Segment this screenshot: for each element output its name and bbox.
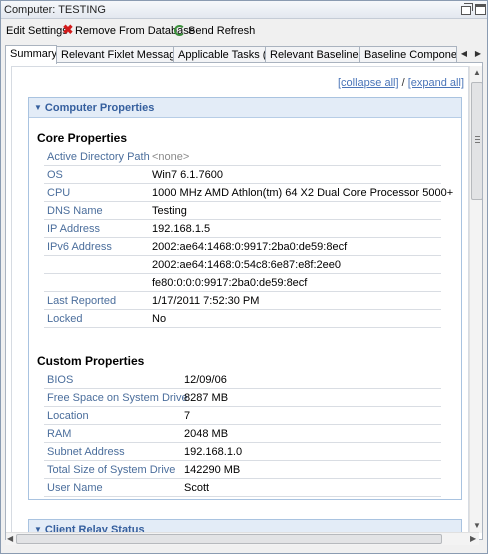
prop-label: DNS Name [47, 205, 103, 217]
custom-row-total-size: Total Size of System Drive 142290 MB [44, 461, 441, 479]
tab-baseline-component[interactable]: Baseline Component A [359, 46, 457, 63]
send-refresh-button[interactable]: Send Refresh [188, 25, 255, 37]
scroll-up-icon[interactable]: ▲ [472, 68, 482, 78]
prop-label: BIOS [47, 374, 74, 386]
prop-label: Location [47, 410, 89, 422]
expand-all-link[interactable]: [expand all] [408, 77, 464, 89]
prop-value: 7 [184, 410, 191, 422]
client-relay-status-section: ▼ Client Relay Status [28, 519, 462, 533]
prop-value: 2002:ae64:1468:0:9917:2ba0:de59:8ecf [152, 241, 348, 253]
prop-value: 2002:ae64:1468:0:54c8:6e87:e8f:2ee0 [152, 259, 342, 271]
tab-summary[interactable]: Summary [5, 45, 57, 64]
computer-properties-header[interactable]: ▼ Computer Properties [29, 98, 461, 118]
prop-value: fe80:0:0:0:9917:2ba0:de59:8ecf [152, 277, 308, 289]
tab-strip: Summary Relevant Fixlet Messages (2) App… [1, 45, 487, 64]
scroll-left-icon[interactable]: ◀ [7, 534, 13, 543]
prop-label: CPU [47, 187, 71, 199]
vertical-scroll-thumb[interactable] [471, 82, 482, 200]
prop-value: Win7 6.1.7600 [152, 169, 223, 181]
prop-label: Free Space on System Drive [47, 392, 188, 404]
prop-value: Testing [152, 205, 187, 217]
computer-properties-title: Computer Properties [44, 102, 155, 114]
prop-label: RAM [47, 428, 72, 440]
prop-label: Total Size of System Drive [47, 464, 176, 476]
core-row-cpu: CPU 1000 MHz AMD Athlon(tm) 64 X2 Dual C… [44, 184, 453, 202]
horizontal-scrollbar[interactable]: ◀ ▶ [6, 532, 479, 545]
prop-label: OS [47, 169, 63, 181]
prop-label: Active Directory Path [47, 151, 150, 163]
horizontal-scroll-thumb[interactable] [16, 534, 442, 544]
prop-value: 192.168.1.0 [184, 446, 243, 458]
prop-value: 8287 MB [184, 392, 229, 404]
remove-x-icon: ✖ [62, 22, 74, 37]
toolbar: Edit Settings ✖ Remove From Database Sen… [1, 20, 487, 42]
custom-row-bios: BIOS 12/09/06 [44, 371, 441, 389]
prop-label: Subnet Address [47, 446, 125, 458]
undock-icon[interactable] [461, 3, 473, 15]
collapse-triangle-icon: ▼ [34, 103, 42, 112]
custom-properties-title: Custom Properties [37, 354, 145, 368]
scroll-down-icon[interactable]: ▼ [472, 521, 482, 531]
link-separator: / [401, 77, 405, 89]
maximize-icon[interactable] [475, 4, 486, 15]
tab-applicable-tasks[interactable]: Applicable Tasks (35) [173, 46, 266, 63]
core-row-ipv6-address-2: 2002:ae64:1468:0:54c8:6e87:e8f:2ee0 [44, 256, 441, 274]
prop-value: 192.168.1.5 [152, 223, 211, 235]
core-row-ip-address: IP Address 192.168.1.5 [44, 220, 441, 238]
prop-value: Scott [184, 482, 210, 494]
prop-value: No [152, 313, 167, 325]
computer-properties-section: ▼ Computer Properties Core Properties Act… [28, 97, 462, 500]
custom-row-ram: RAM 2048 MB [44, 425, 441, 443]
collapse-all-link[interactable]: [collapse all] [338, 77, 399, 89]
prop-value: 1/17/2011 7:52:30 PM [152, 295, 260, 307]
tab-scroll-right-icon[interactable]: ▶ [471, 46, 485, 62]
core-row-os: OS Win7 6.1.7600 [44, 166, 441, 184]
custom-row-subnet-address: Subnet Address 192.168.1.0 [44, 443, 441, 461]
core-row-dns-name: DNS Name Testing [44, 202, 441, 220]
custom-row-free-space: Free Space on System Drive 8287 MB [44, 389, 441, 407]
app-window: Computer: TESTING Edit Settings ✖ Remove… [0, 0, 488, 554]
core-row-locked: Locked No [44, 310, 441, 328]
custom-row-user-name: User Name Scott [44, 479, 441, 497]
prop-label: User Name [47, 482, 103, 494]
summary-scroll-area: [collapse all] / [expand all] ▼ Computer … [11, 66, 469, 533]
core-row-ipv6-address-3: fe80:0:0:0:9917:2ba0:de59:8ecf [44, 274, 441, 292]
prop-value: 1000 MHz AMD Athlon(tm) 64 X2 Dual Core … [152, 187, 454, 199]
scroll-right-icon[interactable]: ▶ [470, 534, 476, 543]
expand-collapse-links: [collapse all] / [expand all] [338, 77, 464, 89]
core-row-last-reported: Last Reported 1/17/2011 7:52:30 PM [44, 292, 441, 310]
core-row-ipv6-address: IPv6 Address 2002:ae64:1468:0:9917:2ba0:… [44, 238, 441, 256]
edit-settings-button[interactable]: Edit Settings [6, 25, 68, 37]
refresh-icon [174, 25, 185, 36]
core-row-active-directory: Active Directory Path <none> [44, 148, 441, 166]
summary-panel: [collapse all] / [expand all] ▼ Computer … [5, 62, 483, 540]
title-bar: Computer: TESTING [1, 1, 487, 19]
tab-relevant-fixlet-messages[interactable]: Relevant Fixlet Messages (2) [56, 46, 174, 63]
prop-value: 12/09/06 [184, 374, 227, 386]
prop-label: IPv6 Address [47, 241, 112, 253]
prop-value: 2048 MB [184, 428, 229, 440]
custom-row-location: Location 7 [44, 407, 441, 425]
prop-label: IP Address [47, 223, 100, 235]
tab-scroll-left-icon[interactable]: ◀ [457, 46, 471, 62]
prop-value: 142290 MB [184, 464, 241, 476]
prop-value: <none> [152, 151, 190, 163]
window-title: Computer: TESTING [4, 4, 106, 16]
core-properties-title: Core Properties [37, 131, 128, 145]
tab-relevant-baselines[interactable]: Relevant Baselines (3) [265, 46, 360, 63]
vertical-scrollbar[interactable]: ▲ ▼ [469, 66, 482, 533]
prop-label: Last Reported [47, 295, 117, 307]
prop-label: Locked [47, 313, 83, 325]
